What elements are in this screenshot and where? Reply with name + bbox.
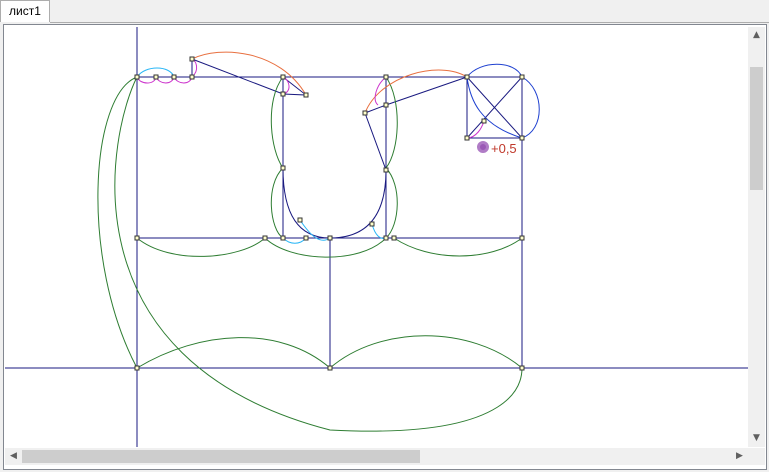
sheet-tab-bar: лист1 <box>0 0 769 24</box>
annotation-marker-icon[interactable] <box>477 141 489 153</box>
tab-divider <box>50 22 769 23</box>
inner-right-arcs <box>385 76 398 239</box>
tab-sheet1[interactable]: лист1 <box>0 0 50 22</box>
magenta-arcs <box>136 58 485 139</box>
scroll-up-icon[interactable]: ▲ <box>748 27 765 44</box>
construction-drawing <box>5 27 748 447</box>
drawing-canvas[interactable] <box>5 27 749 447</box>
orange-arcs <box>191 51 468 114</box>
bottom-arc-1 <box>136 337 331 369</box>
letter-u-body <box>282 94 387 239</box>
mid-arc-3 <box>393 237 523 257</box>
mid-arc-1 <box>136 237 266 257</box>
blue-circle-arc <box>466 63 540 139</box>
scroll-right-icon[interactable]: ▶ <box>731 448 748 465</box>
mid-arc-2 <box>264 237 387 258</box>
horizontal-scroll-thumb[interactable] <box>22 450 420 463</box>
scroll-down-icon[interactable]: ▼ <box>748 430 765 447</box>
vertical-scrollbar[interactable]: ▲ ▼ <box>748 27 765 447</box>
annotation-value: +0,5 <box>491 141 517 156</box>
left-magenta-loops <box>136 58 198 84</box>
vertical-scroll-thumb[interactable] <box>750 67 763 190</box>
bottom-arc-2 <box>329 335 523 369</box>
horizontal-scrollbar[interactable]: ◀ ▶ <box>5 448 748 465</box>
right-orange-arc <box>364 69 468 114</box>
scroll-left-icon[interactable]: ◀ <box>5 448 22 465</box>
small-magenta-arc <box>282 76 290 95</box>
scrollbar-corner <box>748 448 765 465</box>
cyan-arc-1 <box>282 237 307 244</box>
green-arcs <box>97 76 523 432</box>
cyan-arcs <box>136 67 387 244</box>
inner-left-arcs <box>270 76 284 239</box>
blue-circle-arcs <box>466 63 540 139</box>
